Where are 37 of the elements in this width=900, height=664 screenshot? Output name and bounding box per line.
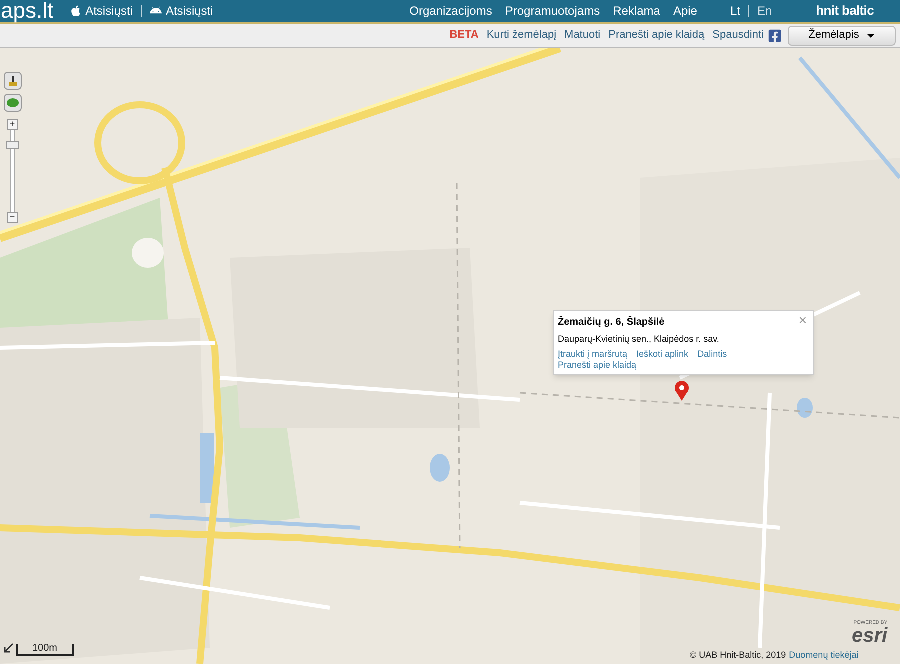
popup-link[interactable]: Įtraukti į maršrutą xyxy=(558,349,628,360)
attribution-link[interactable]: Duomenų tiekėjai xyxy=(789,650,859,661)
app-download-link[interactable]: Atsisiųsti xyxy=(150,2,214,20)
zoom-in-button[interactable]: + xyxy=(7,119,18,130)
language-link[interactable]: Lt xyxy=(730,2,740,20)
expand-arrow-icon xyxy=(4,643,14,653)
nav-link[interactable]: Organizacijoms xyxy=(410,2,492,20)
nav-link[interactable]: Programuotojams xyxy=(505,2,600,20)
apple-icon xyxy=(70,5,82,17)
toolbar-link[interactable]: Matuoti xyxy=(564,27,601,44)
nav-link[interactable]: Reklama xyxy=(613,2,660,20)
zoom-out-button[interactable]: − xyxy=(7,212,18,223)
popup-subtitle: Dauparų-Kvietinių sen., Klaipėdos r. sav. xyxy=(558,333,720,345)
location-pin-icon xyxy=(674,381,690,401)
site-logo[interactable]: aps.lt xyxy=(1,0,54,22)
brush-tool-button[interactable] xyxy=(4,72,22,90)
toolbar-link[interactable]: Spausdinti xyxy=(712,27,764,44)
zoom-slider-thumb[interactable] xyxy=(6,141,19,150)
language-link[interactable]: En xyxy=(757,2,772,20)
facebook-icon[interactable] xyxy=(768,28,782,42)
app-download-link[interactable]: Atsisiųsti xyxy=(70,2,133,20)
beta-label: BETA xyxy=(450,28,479,44)
popup-link[interactable]: Dalintis xyxy=(698,349,728,360)
toolbar-link[interactable]: Kurti žemėlapį xyxy=(486,27,557,44)
popup-link[interactable]: Pranešti apie klaidą xyxy=(558,360,637,371)
attribution-text: © UAB Hnit-Baltic, 2019 xyxy=(690,650,786,661)
brand-logo: hnit baltic xyxy=(816,2,874,20)
scale-label: 100m xyxy=(32,643,58,654)
brush-icon xyxy=(7,75,19,87)
caret-icon xyxy=(867,34,876,38)
popup-link[interactable]: Ieškoti aplink xyxy=(636,349,689,360)
esri-logo: esri xyxy=(852,626,888,646)
tree-icon xyxy=(7,98,19,108)
toolbar-link[interactable]: Pranešti apie klaidą xyxy=(608,27,705,44)
popup-title: Žemaičių g. 6, Šlapšilė xyxy=(558,316,665,329)
map-type-dropdown[interactable]: Žemėlapis xyxy=(788,26,896,46)
nav-link[interactable]: Apie xyxy=(673,2,698,20)
